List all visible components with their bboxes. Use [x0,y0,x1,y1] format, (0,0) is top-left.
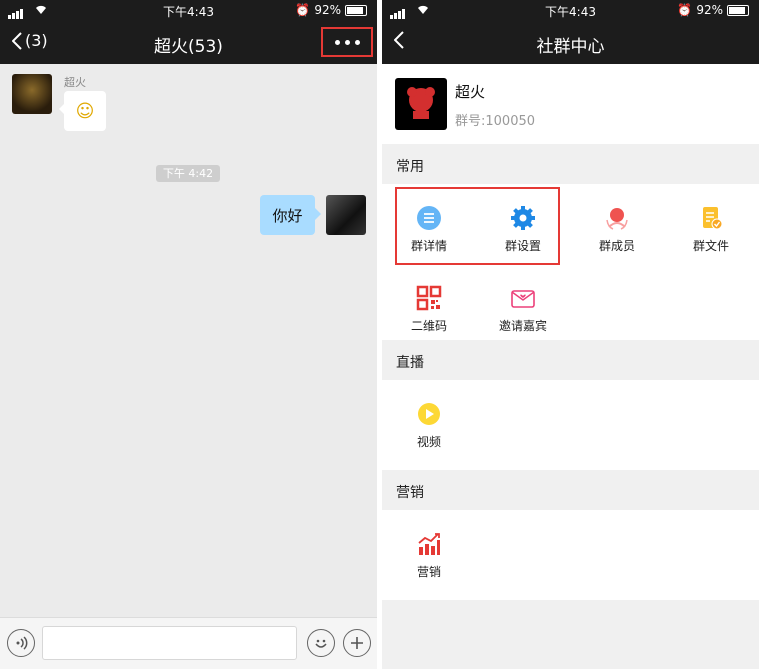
marketing-grid: 营销 [382,510,759,600]
group-files-button[interactable]: 群文件 [664,184,758,254]
community-navbar: 社群中心 [382,22,759,64]
battery-percent: 92% [696,3,723,17]
group-card[interactable]: 超火 群号:100050 [382,64,759,144]
file-icon [697,204,725,232]
group-files-label: 群文件 [692,239,729,253]
community-center-screen: 下午4:43 ⏰ 92% 社群中心 超火 群号:100050 常用 群详情 群设… [382,0,759,669]
video-button[interactable]: 视频 [382,380,476,450]
message-input[interactable] [42,626,297,660]
section-common-header: 常用 [396,159,424,175]
group-members-label: 群成员 [598,239,635,253]
section-marketing-header: 营销 [396,485,424,501]
group-name: 超火 [455,83,486,101]
members-icon [603,204,631,232]
invite-guest-button[interactable]: 邀请嘉宾 [476,264,570,334]
battery-icon [727,4,749,16]
group-members-button[interactable]: 群成员 [570,184,664,254]
live-grid: 视频 [382,380,759,470]
highlight-frame [395,187,560,265]
time-divider: 下午 4:42 [156,165,220,182]
chat-screen: 下午4:43 ⏰ 92% (3) 超火(53) 超火 ☺ 下午 4:42 你好 [0,0,377,669]
group-logo [395,78,447,130]
battery-percent: 92% [314,3,341,17]
qrcode-label: 二维码 [410,319,447,333]
qrcode-icon [415,284,443,312]
marketing-button[interactable]: 营销 [382,510,476,580]
battery-icon [345,4,367,16]
invite-guest-label: 邀请嘉宾 [498,319,547,333]
input-bar [0,617,377,669]
chat-navbar: (3) 超火(53) [0,22,377,64]
plus-icon[interactable] [343,629,371,657]
my-avatar[interactable] [326,195,366,235]
emoji-message[interactable]: ☺ [59,91,106,131]
group-id: 群号:100050 [455,114,536,129]
section-live-header: 直播 [396,355,424,371]
status-bar: 下午4:43 ⏰ 92% [382,0,759,22]
smile-emoji-icon: ☺ [75,100,95,122]
more-button[interactable] [321,27,373,57]
play-icon [415,400,443,428]
trend-chart-icon [415,530,443,558]
status-bar: 下午4:43 ⏰ 92% [0,0,377,22]
envelope-icon [509,284,537,312]
more-dots-icon [334,39,340,45]
sender-name: 超火 [64,76,86,89]
page-title: 社群中心 [536,37,605,57]
my-message-bubble[interactable]: 你好 [260,195,321,235]
my-message-text: 你好 [272,206,303,225]
sender-avatar[interactable] [12,74,52,114]
alarm-icon: ⏰ [295,3,311,17]
voice-icon[interactable] [7,629,35,657]
emoji-icon[interactable] [307,629,335,657]
qrcode-button[interactable]: 二维码 [382,264,476,334]
video-label: 视频 [416,435,441,449]
marketing-label: 营销 [416,565,441,579]
alarm-icon: ⏰ [677,3,693,17]
